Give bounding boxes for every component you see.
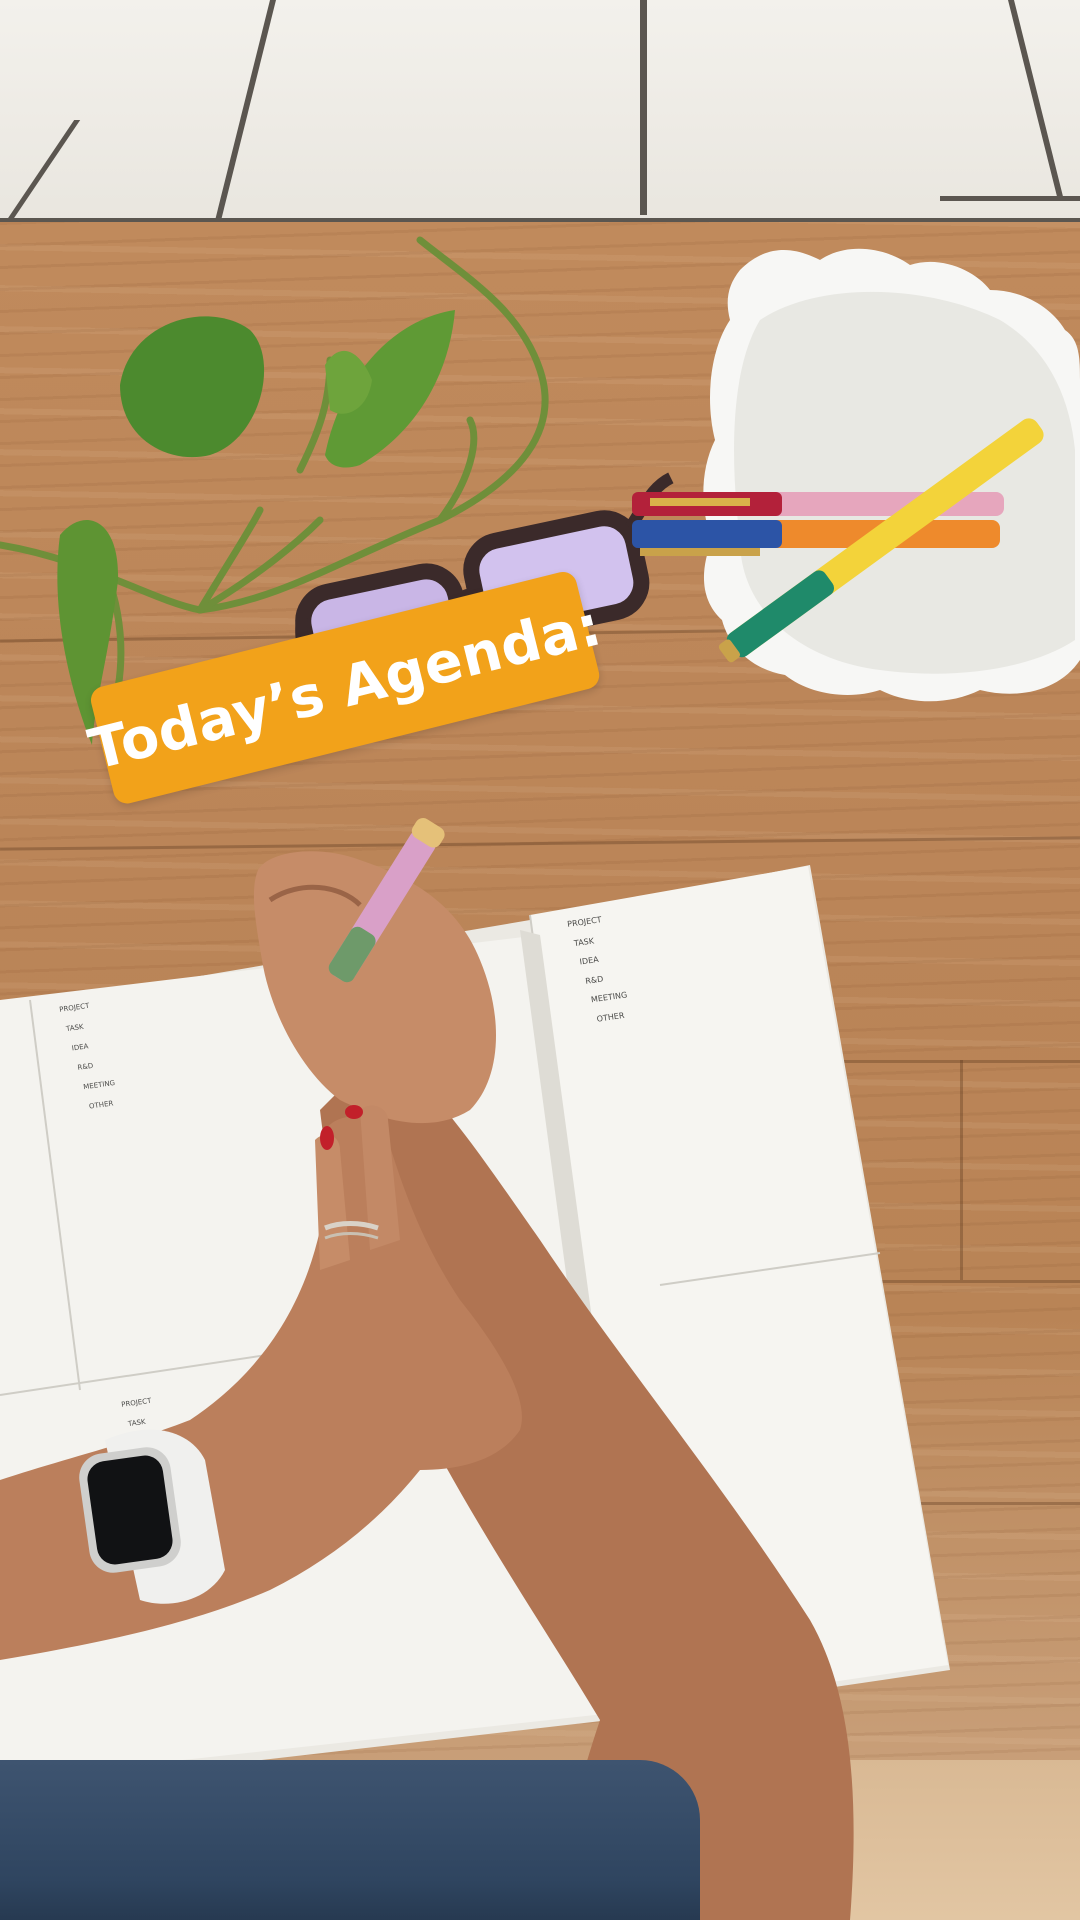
photo-scene: PROJECT TASK IDEA R&D MEETING OTHER PROJ… (0, 0, 1080, 1920)
nail (320, 1126, 334, 1150)
nail (345, 1105, 363, 1119)
hand-with-pen (0, 818, 854, 1920)
jeans (0, 1760, 700, 1920)
